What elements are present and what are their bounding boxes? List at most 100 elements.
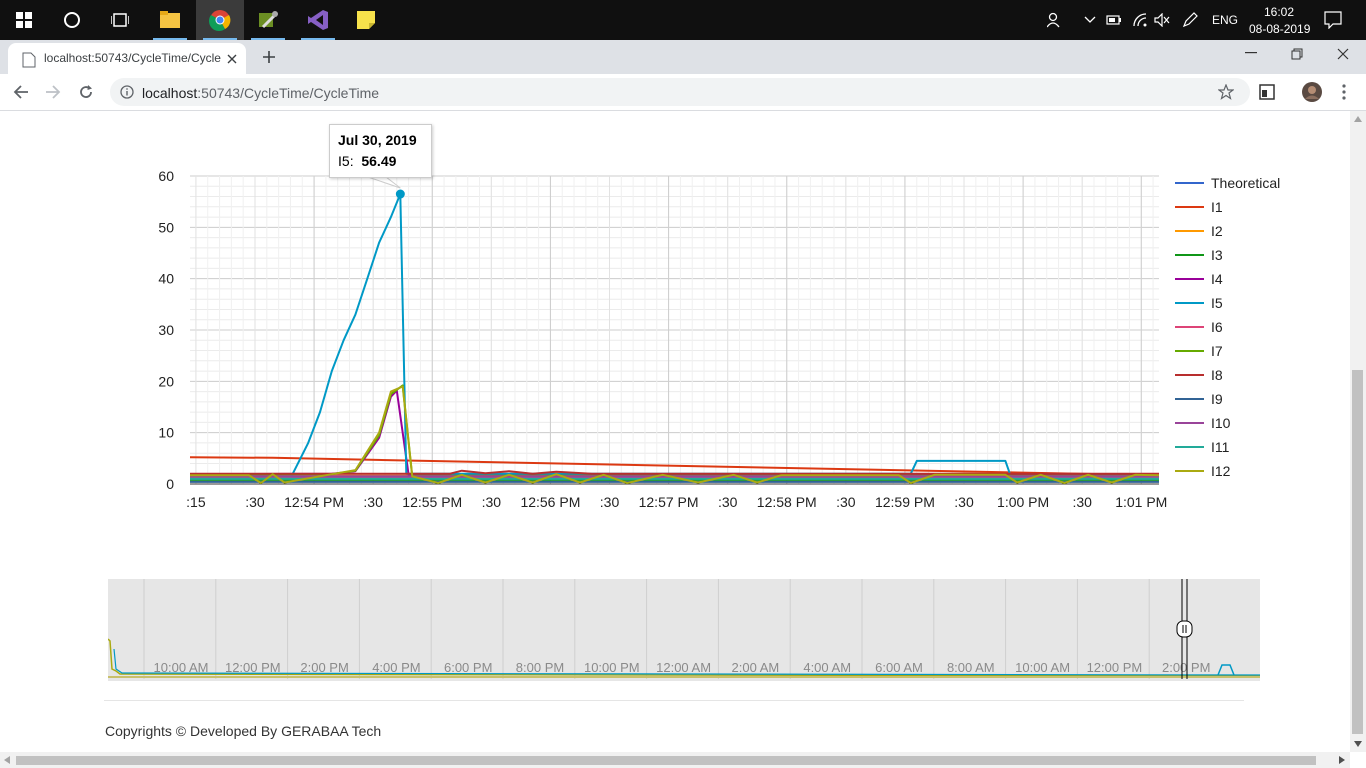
clock-time[interactable]: 16:02: [1264, 5, 1294, 19]
legend-item-i12[interactable]: I12: [1175, 463, 1231, 479]
legend-item-i8[interactable]: I8: [1175, 367, 1223, 383]
wifi-icon[interactable]: [1132, 12, 1148, 28]
range-handle-grip-icon[interactable]: [1176, 620, 1193, 638]
legend-item-i1[interactable]: I1: [1175, 199, 1223, 215]
x-tick-label: 12:57 PM: [639, 494, 699, 510]
y-tick-label: 40: [158, 271, 174, 287]
tooltip-date: Jul 30, 2019: [338, 132, 417, 148]
series-line-i5[interactable]: [190, 193, 1159, 480]
task-view-icon[interactable]: [96, 0, 144, 40]
x-tick-label: 1:01 PM: [1115, 494, 1167, 510]
legend-item-i2[interactable]: I2: [1175, 223, 1223, 239]
cycle-time-chart[interactable]: 60 50 40 30 20 10 0 :15:30 12:54 PM:30 12:55 PM:…: [0, 111, 1350, 531]
browser-tab[interactable]: localhost:50743/CycleTime/Cycle: [8, 43, 246, 74]
pen-icon[interactable]: [1182, 12, 1198, 28]
y-tick-label: 60: [158, 168, 174, 184]
file-explorer-icon[interactable]: [146, 0, 194, 40]
legend-item-i4[interactable]: I4: [1175, 271, 1223, 287]
legend-label: I12: [1211, 463, 1231, 479]
legend-item-i10[interactable]: I10: [1175, 415, 1231, 431]
menu-dots-icon[interactable]: [1342, 84, 1346, 100]
cortana-icon[interactable]: [48, 0, 96, 40]
range-time-label: 2:00 PM: [1162, 660, 1210, 675]
range-time-label: 6:00 AM: [875, 660, 923, 675]
y-tick-label: 10: [158, 425, 174, 441]
notification-icon[interactable]: [1324, 11, 1342, 29]
y-tick-label: 0: [166, 476, 174, 492]
x-tick-label: 12:55 PM: [402, 494, 462, 510]
x-tick-label: :30: [1072, 494, 1092, 510]
y-tick-label: 50: [158, 219, 174, 235]
browser-tab-strip: localhost:50743/CycleTime/Cycle: [0, 40, 1366, 74]
tooltip-value: 56.49: [361, 153, 397, 169]
url-host: localhost: [142, 85, 198, 101]
scroll-down-icon[interactable]: [1354, 741, 1362, 747]
tab-title: localhost:50743/CycleTime/Cycle: [44, 51, 221, 65]
address-bar[interactable]: localhost:50743/CycleTime/CycleTime: [110, 78, 1250, 106]
forward-icon[interactable]: [45, 84, 61, 100]
tooltip-series: I5: [338, 153, 350, 169]
close-window-icon[interactable]: [1337, 48, 1349, 60]
legend-item-theoretical[interactable]: Theoretical: [1175, 175, 1280, 191]
page-icon: [22, 52, 36, 68]
x-tick-label: 12:56 PM: [520, 494, 580, 510]
people-icon[interactable]: [1047, 12, 1063, 28]
bookmark-star-icon[interactable]: [1218, 84, 1234, 100]
x-tick-label: :30: [954, 494, 974, 510]
sticky-notes-icon[interactable]: [342, 0, 390, 40]
series-line-i7[interactable]: [189, 384, 1159, 477]
y-tick-label: 30: [158, 322, 174, 338]
url-text: localhost:50743/CycleTime/CycleTime: [142, 85, 379, 101]
copyright-text: Copyrights © Developed By GERABAA Tech: [105, 723, 382, 739]
visual-studio-icon[interactable]: [294, 0, 342, 40]
legend-item-i5[interactable]: I5: [1175, 295, 1223, 311]
chevron-up-icon[interactable]: [1084, 15, 1096, 25]
horizontal-scroll-thumb[interactable]: [16, 756, 1316, 765]
legend-label: Theoretical: [1211, 175, 1280, 191]
x-tick-label: :30: [600, 494, 620, 510]
legend-label: I6: [1211, 319, 1223, 335]
legend-item-i6[interactable]: I6: [1175, 319, 1223, 335]
minimize-icon[interactable]: [1245, 52, 1257, 54]
reload-icon[interactable]: [78, 84, 94, 100]
back-icon[interactable]: [13, 84, 29, 100]
range-time-label: 10:00 PM: [584, 660, 640, 675]
new-tab-icon[interactable]: [262, 50, 276, 64]
legend-item-i3[interactable]: I3: [1175, 247, 1223, 263]
legend-label: I5: [1211, 295, 1223, 311]
info-icon[interactable]: [120, 85, 134, 99]
legend-item-i9[interactable]: I9: [1175, 391, 1223, 407]
page-content: 60 50 40 30 20 10 0 :15:30 12:54 PM:30 12:55 PM:…: [0, 111, 1350, 752]
clock-date[interactable]: 08-08-2019: [1249, 22, 1310, 36]
scroll-left-icon[interactable]: [4, 756, 10, 764]
series-line-i12[interactable]: [190, 385, 1160, 484]
legend-label: I2: [1211, 223, 1223, 239]
close-tab-icon[interactable]: [227, 54, 237, 64]
footer-divider: [104, 700, 1244, 701]
vertical-scroll-thumb[interactable]: [1352, 370, 1363, 734]
tools-icon[interactable]: [244, 0, 292, 40]
x-tick-label: 12:58 PM: [757, 494, 817, 510]
x-tick-label: :30: [836, 494, 856, 510]
legend-label: I7: [1211, 343, 1223, 359]
restore-icon[interactable]: [1291, 48, 1303, 60]
extension-icon[interactable]: [1259, 84, 1275, 100]
volume-muted-icon[interactable]: [1154, 13, 1170, 27]
range-time-label: 12:00 AM: [656, 660, 711, 675]
battery-icon[interactable]: [1106, 14, 1122, 26]
language-indicator[interactable]: ENG: [1212, 13, 1238, 27]
legend-item-i7[interactable]: I7: [1175, 343, 1223, 359]
range-time-label: 4:00 PM: [372, 660, 420, 675]
legend-item-i11[interactable]: I11: [1175, 439, 1230, 455]
horizontal-scrollbar[interactable]: [0, 752, 1350, 768]
legend-label: I8: [1211, 367, 1223, 383]
vertical-scrollbar[interactable]: [1350, 111, 1366, 752]
range-selector[interactable]: 10:00 AM 12:00 PM 2:00 PM 4:00 PM 6:00 PM 8:0…: [108, 579, 1260, 681]
windows-start-icon[interactable]: [0, 0, 48, 40]
scroll-right-icon[interactable]: [1339, 756, 1345, 764]
legend-label: I9: [1211, 391, 1223, 407]
profile-avatar-icon[interactable]: [1302, 82, 1322, 102]
chrome-icon[interactable]: [196, 0, 244, 40]
scroll-up-icon[interactable]: [1354, 116, 1362, 122]
tooltip-value-row: I5: 56.49: [338, 153, 397, 169]
